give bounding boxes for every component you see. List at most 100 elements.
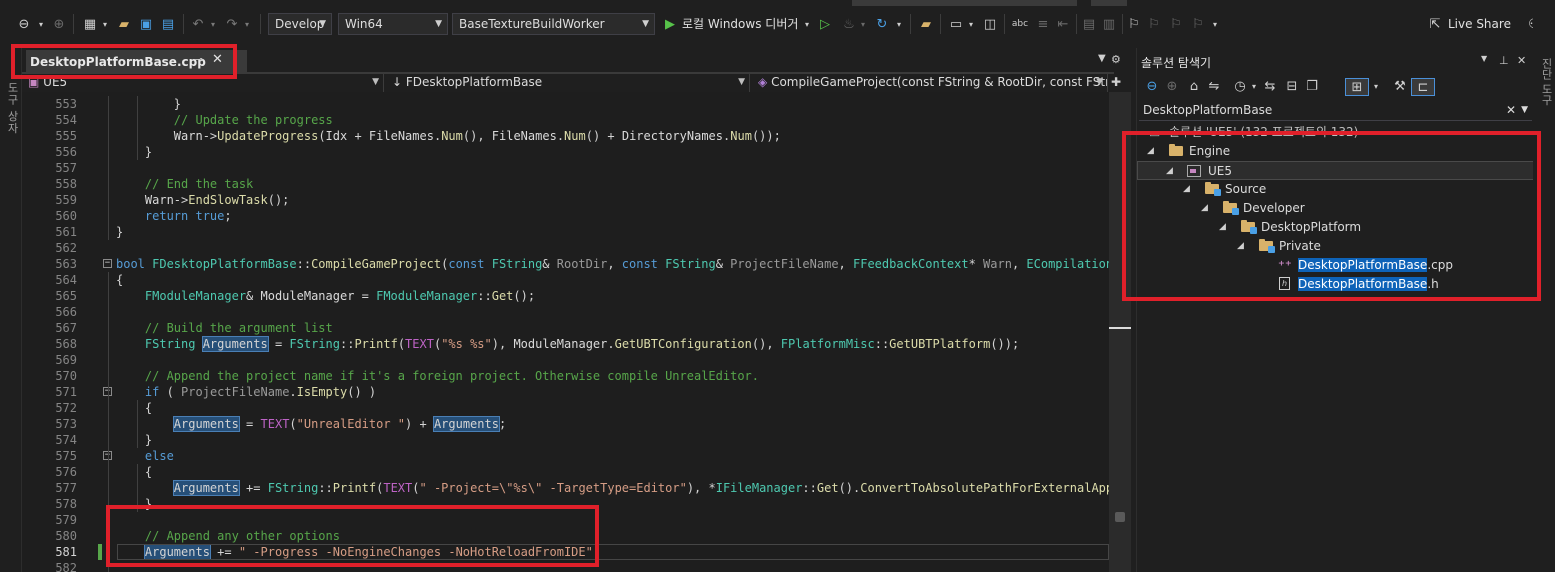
switch-views-icon[interactable]: ⇋ [1205, 78, 1223, 96]
clear-search-icon[interactable]: ✕ [1506, 101, 1516, 120]
undo-dropdown-icon[interactable]: ▾ [208, 13, 218, 35]
unindent-icon[interactable]: ⇤ [1054, 13, 1072, 35]
code-line[interactable]: 582 [22, 560, 1109, 572]
undo-icon[interactable]: ↶ [188, 13, 208, 35]
code-line[interactable]: 570 // Append the project name if it's a… [22, 368, 1109, 384]
find-in-files-icon[interactable]: ▰ [916, 13, 936, 35]
split-editor-icon[interactable]: ✚ [1111, 75, 1121, 89]
code-line[interactable]: 573 Arguments = TEXT("UnrealEditor ") + … [22, 416, 1109, 432]
code-line[interactable]: 579 [22, 512, 1109, 528]
window-icon[interactable]: ◫ [980, 13, 1000, 35]
code-line[interactable]: 565 FModuleManager& ModuleManager = FMod… [22, 288, 1109, 304]
save-icon[interactable]: ▣ [136, 13, 156, 35]
code-editor[interactable]: 553 } 554 // Update the progress 555 Warn-… [22, 92, 1109, 572]
save-all-icon[interactable]: ▤ [158, 13, 178, 35]
code-line[interactable]: 575 else− [22, 448, 1109, 464]
pending-dropdown-icon[interactable]: ▾ [1249, 78, 1259, 96]
code-line[interactable]: 561} [22, 224, 1109, 240]
back-icon[interactable]: ⊖ [14, 13, 34, 35]
tree-item-private[interactable]: ◢ Private [1137, 237, 1534, 256]
expander-icon[interactable]: ◢ [1183, 180, 1190, 199]
toolbar-overflow-icon[interactable]: ▾ [1210, 13, 1220, 35]
bookmark-icon[interactable]: ⚐ [1126, 13, 1142, 35]
code-line[interactable]: 569 [22, 352, 1109, 368]
code-line[interactable]: 559 Warn->EndSlowTask(); [22, 192, 1109, 208]
tree-item-desktopplatform[interactable]: ◢ DesktopPlatform [1137, 218, 1534, 237]
pin-icon[interactable]: ⊥ [1499, 54, 1509, 67]
refresh-dropdown-icon[interactable]: ▾ [894, 13, 904, 35]
layout-dropdown-icon[interactable]: ▾ [966, 13, 976, 35]
tree-item-source[interactable]: ◢ Source [1137, 180, 1534, 199]
live-share-button[interactable]: Live Share [1448, 13, 1511, 35]
configuration-combo[interactable]: Develop ▼ [268, 13, 332, 35]
forward-icon[interactable]: ⊕ [1163, 78, 1181, 96]
expander-icon[interactable]: ◢ [1237, 237, 1244, 256]
close-icon[interactable]: ✕ [212, 52, 223, 67]
pin-icon[interactable]: ⊸ [194, 53, 203, 66]
clear-bookmarks-icon[interactable]: ⚐ [1190, 13, 1206, 35]
tree-item-engine[interactable]: ◢ Engine [1137, 142, 1534, 161]
code-line[interactable]: 553 } [22, 96, 1109, 112]
code-line[interactable]: 578 } [22, 496, 1109, 512]
debugger-dropdown-icon[interactable]: ▾ [802, 13, 812, 35]
platform-combo[interactable]: Win64 ▼ [338, 13, 448, 35]
search-options-icon[interactable]: ▼ [1521, 101, 1528, 120]
chevron-down-icon[interactable]: ▼ [1481, 54, 1487, 63]
solution-search-input[interactable]: DesktopPlatformBase [1143, 103, 1272, 117]
document-tab[interactable]: DesktopPlatformBase.cpp ⊸ ✕ [26, 50, 247, 74]
new-project-icon[interactable]: ▦ [80, 13, 100, 35]
tree-item-ue5[interactable]: ◢ UE5 [1137, 161, 1534, 180]
code-line[interactable]: 554 // Update the progress [22, 112, 1109, 128]
code-line[interactable]: 580 // Append any other options [22, 528, 1109, 544]
new-dropdown-icon[interactable]: ▾ [100, 13, 110, 35]
vertical-scrollbar[interactable] [1109, 92, 1131, 572]
code-line[interactable]: 577 Arguments += FString::Printf(TEXT(" … [22, 480, 1109, 496]
properties-wrench-icon[interactable]: ⚒ [1391, 78, 1409, 96]
scope-nav-combo[interactable]: ↓ FDesktopPlatformBase ▼ [386, 74, 750, 92]
collapse-all-icon[interactable]: ⊟ [1283, 78, 1301, 96]
code-line[interactable]: 556 } [22, 144, 1109, 160]
title-search-box[interactable] [852, 0, 1077, 6]
expander-icon[interactable]: ◢ [1166, 162, 1173, 181]
settings-gear-icon[interactable]: ⚙ [1111, 53, 1121, 66]
hot-reload-dropdown-icon[interactable]: ▾ [858, 13, 868, 35]
code-line[interactable]: 571 if ( ProjectFileName.IsEmpty() )− [22, 384, 1109, 400]
start-without-debug-icon[interactable]: ▷ [816, 13, 834, 35]
fold-toggle-icon[interactable]: − [103, 259, 112, 268]
close-icon[interactable]: ✕ [1517, 54, 1526, 67]
home-icon[interactable]: ⌂ [1185, 78, 1203, 96]
code-line[interactable]: 568 FString Arguments = FString::Printf(… [22, 336, 1109, 352]
code-line[interactable]: 572 { [22, 400, 1109, 416]
title-bar-button[interactable] [1091, 0, 1127, 6]
live-share-icon[interactable]: ⇱ [1426, 13, 1444, 35]
next-bookmark-icon[interactable]: ⚐ [1168, 13, 1184, 35]
preview-filter-icon[interactable]: ⊞ [1345, 78, 1369, 96]
code-line[interactable]: 567 // Build the argument list [22, 320, 1109, 336]
scroll-thumb[interactable] [1115, 512, 1125, 522]
refresh-icon[interactable]: ↻ [872, 13, 892, 35]
open-folder-icon[interactable]: ▰ [114, 13, 134, 35]
code-line[interactable]: 566 [22, 304, 1109, 320]
member-nav-combo[interactable]: ◈ CompileGameProject(const FString & Roo… [752, 74, 1108, 92]
comment-icon[interactable]: ▤ [1080, 13, 1098, 35]
code-line[interactable]: 564 { [22, 272, 1109, 288]
expander-icon[interactable]: ◢ [1147, 142, 1154, 161]
code-line[interactable]: 576 { [22, 464, 1109, 480]
code-line[interactable]: 574 } [22, 432, 1109, 448]
tree-item-desktopplatformbase-cpp[interactable]: ⁺⁺ DesktopPlatformBase.cpp [1137, 256, 1534, 275]
preview-selected-icon[interactable]: ⊏ [1411, 78, 1435, 96]
spell-check-icon[interactable]: abc [1010, 13, 1030, 35]
toolbox-tab[interactable]: 도구 상자 [4, 82, 20, 135]
redo-dropdown-icon[interactable]: ▾ [242, 13, 252, 35]
forward-icon[interactable]: ⊕ [50, 13, 68, 35]
layout-icon[interactable]: ▭ [946, 13, 966, 35]
debugger-button[interactable]: 로컬 Windows 디버거 [682, 13, 798, 35]
back-icon[interactable]: ⊖ [1143, 78, 1161, 96]
back-dropdown-icon[interactable]: ▾ [36, 13, 46, 35]
prev-bookmark-icon[interactable]: ⚐ [1146, 13, 1162, 35]
format-icon[interactable]: ≡ [1034, 13, 1052, 35]
code-line[interactable]: 558 // End the task [22, 176, 1109, 192]
code-line[interactable]: 581 Arguments += " -Progress -NoEngineCh… [22, 544, 1109, 560]
sync-icon[interactable]: ⇆ [1261, 78, 1279, 96]
solution-search-box[interactable]: DesktopPlatformBase ✕ ▼ [1139, 101, 1532, 121]
